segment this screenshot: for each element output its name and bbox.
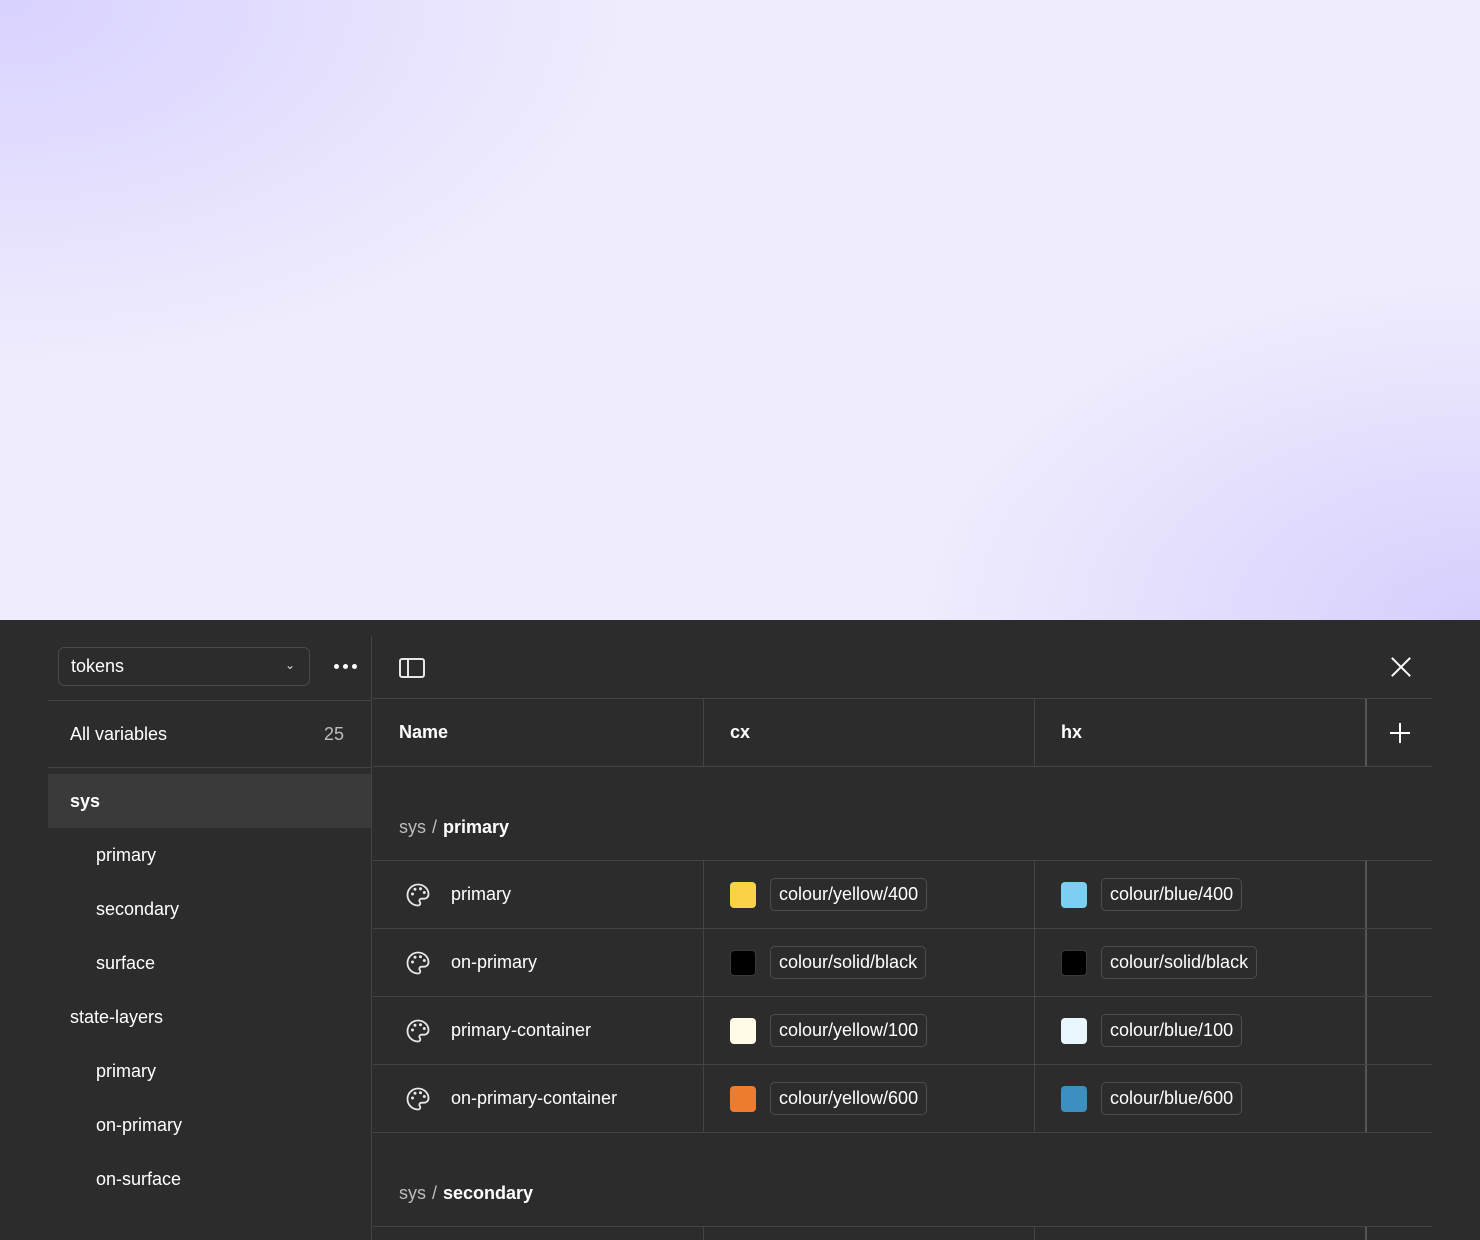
color-swatch	[1061, 1017, 1087, 1044]
hx-value-cell[interactable]: colour/blue/400	[1035, 861, 1367, 928]
all-variables-count: 25	[323, 723, 344, 744]
color-swatch	[730, 1085, 756, 1112]
sidebar-item-state-on-surface[interactable]: on-surface	[48, 1152, 371, 1206]
cx-value-cell[interactable]: colour/yellow/600	[704, 1065, 1035, 1132]
alias-pill[interactable]: colour/blue/400	[1101, 878, 1243, 911]
palette-icon	[406, 1087, 430, 1110]
alias-pill[interactable]: colour/yellow/600	[770, 1082, 928, 1115]
variable-name-cell[interactable]: on-primary	[373, 929, 704, 996]
sidebar-item-secondary[interactable]: secondary	[48, 882, 371, 936]
variable-name-cell[interactable]: on-primary-container	[373, 1065, 704, 1132]
sidebar-toggle-icon[interactable]	[399, 658, 425, 678]
group-heading-parent: sys	[399, 817, 426, 837]
table-row[interactable]: on-primary-container colour/yellow/600 c…	[373, 1065, 1432, 1133]
variables-table-area: Name cx hx sys / primary primary colour/…	[373, 636, 1432, 1240]
color-swatch	[730, 949, 756, 976]
variable-name: on-primary-container	[451, 1088, 618, 1108]
hx-value-cell[interactable]: colour/blue/100	[1035, 997, 1367, 1064]
sidebar-item-state-on-primary[interactable]: on-primary	[48, 1098, 371, 1152]
variables-panel: tokens ⌄ All variables 25 sys primary se…	[0, 620, 1480, 1240]
more-options-icon[interactable]	[330, 654, 360, 678]
sidebar-item-sys[interactable]: sys	[48, 774, 371, 828]
toolbar	[373, 636, 1432, 699]
cx-value-cell[interactable]: colour/solid/black	[704, 929, 1035, 996]
color-swatch	[1061, 881, 1087, 908]
chevron-down-icon: ⌄	[284, 658, 295, 672]
close-icon[interactable]	[1390, 656, 1412, 678]
alias-pill[interactable]: colour/blue/100	[1101, 1014, 1243, 1047]
canvas-background	[0, 0, 1480, 620]
column-header-hx[interactable]: hx	[1035, 699, 1367, 766]
group-heading-parent: sys	[399, 1183, 426, 1203]
group-heading-separator: /	[432, 1183, 438, 1203]
group-heading-child: primary	[443, 817, 510, 837]
variable-name: primary-container	[451, 1020, 592, 1040]
variable-name-cell[interactable]: primary-container	[373, 997, 704, 1064]
table-row[interactable]: primary-container colour/yellow/100 colo…	[373, 997, 1432, 1065]
sidebar-item-state-primary[interactable]: primary	[48, 1044, 371, 1098]
alias-pill[interactable]: colour/solid/black	[1101, 946, 1258, 979]
table-header: Name cx hx	[373, 699, 1432, 767]
sidebar-item-surface[interactable]: surface	[48, 936, 371, 990]
color-swatch	[730, 881, 756, 908]
group-heading-child: secondary	[443, 1183, 534, 1203]
cx-value-cell[interactable]: colour/yellow/400	[704, 861, 1035, 928]
collection-dropdown[interactable]: tokens ⌄	[58, 647, 310, 686]
column-header-name[interactable]: Name	[373, 699, 704, 766]
add-mode-icon[interactable]	[1367, 699, 1432, 766]
palette-icon	[406, 1019, 430, 1042]
hx-value-cell[interactable]: colour/blue/600	[1035, 1065, 1367, 1132]
alias-pill[interactable]: colour/yellow/100	[770, 1014, 928, 1047]
color-swatch	[1061, 949, 1087, 976]
variables-sidebar: tokens ⌄ All variables 25 sys primary se…	[48, 636, 372, 1240]
variable-name: primary	[451, 884, 512, 904]
group-list: sys primary secondary surface state-laye…	[48, 774, 371, 1206]
palette-icon	[406, 883, 430, 906]
table-row-partial	[373, 1227, 1432, 1240]
row-tail-cell	[1367, 997, 1432, 1064]
sidebar-item-primary[interactable]: primary	[48, 828, 371, 882]
table-row[interactable]: primary colour/yellow/400 colour/blue/40…	[373, 861, 1432, 929]
row-tail-cell	[1367, 1065, 1432, 1132]
hx-value-cell[interactable]: colour/solid/black	[1035, 929, 1367, 996]
variable-name-cell[interactable]: primary	[373, 861, 704, 928]
cx-value-cell[interactable]: colour/yellow/100	[704, 997, 1035, 1064]
color-swatch	[730, 1017, 756, 1044]
alias-pill[interactable]: colour/blue/600	[1101, 1082, 1243, 1115]
row-tail-cell	[1367, 861, 1432, 928]
palette-icon	[406, 951, 430, 974]
variable-name: on-primary	[451, 952, 538, 972]
color-swatch	[1061, 1085, 1087, 1112]
all-variables-item[interactable]: All variables 25	[48, 700, 371, 768]
group-heading-separator: /	[432, 817, 438, 837]
alias-pill[interactable]: colour/yellow/400	[770, 878, 928, 911]
alias-pill[interactable]: colour/solid/black	[770, 946, 927, 979]
group-heading: sys / primary	[373, 767, 1432, 861]
all-variables-label: All variables	[70, 723, 168, 744]
group-heading: sys / secondary	[373, 1133, 1432, 1227]
collection-label: tokens	[71, 656, 125, 676]
row-tail-cell	[1367, 929, 1432, 996]
table-row[interactable]: on-primary colour/solid/black colour/sol…	[373, 929, 1432, 997]
sidebar-item-state-layers[interactable]: state-layers	[48, 990, 371, 1044]
column-header-cx[interactable]: cx	[704, 699, 1035, 766]
